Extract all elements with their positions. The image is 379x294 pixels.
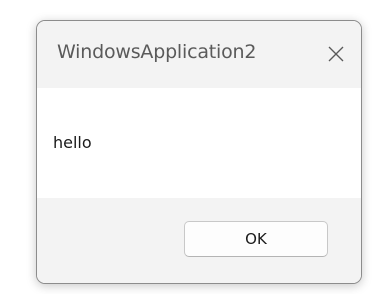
button-bar: OK [37,198,361,283]
close-icon [328,46,344,62]
message-text: hello [53,133,92,152]
close-button[interactable] [319,37,353,71]
message-area: hello [37,88,361,198]
message-box-dialog: WindowsApplication2 hello OK [36,20,362,284]
ok-button[interactable]: OK [184,221,328,257]
title-bar: WindowsApplication2 [37,21,361,88]
ok-button-label: OK [245,230,267,248]
dialog-title: WindowsApplication2 [57,41,257,63]
